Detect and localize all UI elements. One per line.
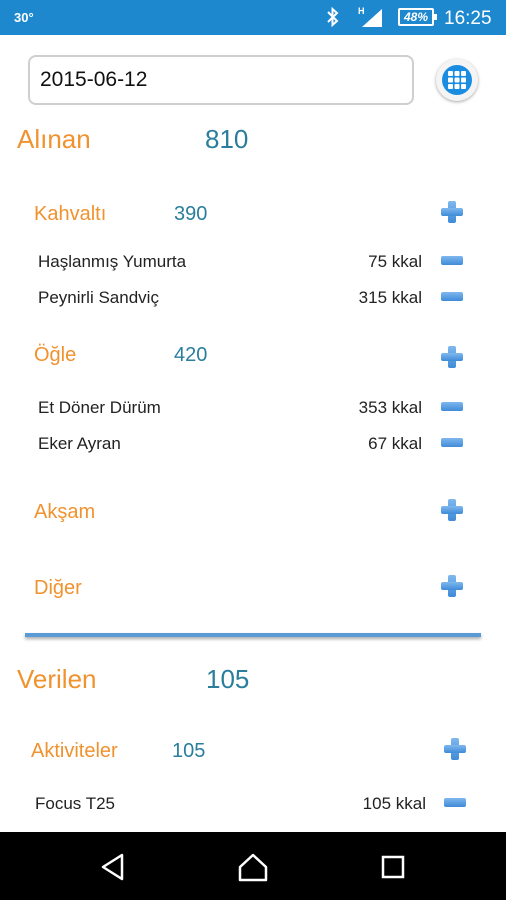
home-icon[interactable] <box>236 850 270 884</box>
food-item-name: Eker Ayran <box>38 434 121 453</box>
clock-text: 16:25 <box>444 8 492 29</box>
intake-title: Alınan <box>17 124 91 154</box>
food-item-name: Haşlanmış Yumurta <box>38 252 187 271</box>
food-item-kcal: 315 kkal <box>358 288 422 307</box>
food-item-kcal: 67 kkal <box>368 434 422 453</box>
activities-label: Aktiviteler <box>31 740 118 762</box>
remove-activity-minus-icon[interactable] <box>444 798 466 807</box>
remove-item-minus-icon[interactable] <box>441 402 463 411</box>
meal-label-breakfast: Kahvaltı <box>34 203 107 225</box>
add-lunch-plus-icon[interactable] <box>441 346 463 368</box>
bluetooth-icon <box>326 6 340 32</box>
calendar-button[interactable] <box>436 59 478 101</box>
navigation-bar <box>0 832 506 900</box>
activity-item-kcal: 105 kkal <box>362 794 426 813</box>
svg-text:H: H <box>358 6 365 16</box>
food-item-kcal: 353 kkal <box>358 398 422 417</box>
back-icon[interactable] <box>96 850 130 884</box>
calendar-grid-icon <box>442 65 472 95</box>
add-breakfast-plus-icon[interactable] <box>441 201 463 223</box>
food-item-name: Peynirli Sandviç <box>38 288 159 307</box>
add-other-plus-icon[interactable] <box>441 575 463 597</box>
add-activity-plus-icon[interactable] <box>444 738 466 760</box>
date-input[interactable] <box>28 55 414 105</box>
recent-apps-icon[interactable] <box>376 850 410 884</box>
meal-total-breakfast: 390 <box>174 203 208 225</box>
status-bar: 30° H 48% 16:25 <box>0 0 506 35</box>
meal-label-lunch: Öğle <box>34 344 77 366</box>
meal-label-other: Diğer <box>34 577 82 599</box>
food-item-kcal: 75 kkal <box>368 252 422 271</box>
battery-icon: 48% <box>398 8 437 26</box>
remove-item-minus-icon[interactable] <box>441 438 463 447</box>
section-divider <box>25 633 481 637</box>
meal-total-lunch: 420 <box>174 344 208 366</box>
remove-item-minus-icon[interactable] <box>441 256 463 265</box>
burned-title: Verilen <box>17 664 97 694</box>
burned-total: 105 <box>206 664 250 694</box>
food-item-name: Et Döner Dürüm <box>38 398 161 417</box>
remove-item-minus-icon[interactable] <box>441 292 463 301</box>
intake-total: 810 <box>205 124 249 154</box>
meal-label-dinner: Akşam <box>34 501 96 523</box>
activity-item-name: Focus T25 <box>35 794 116 813</box>
activities-total: 105 <box>172 740 206 762</box>
temperature-text: 30° <box>14 10 34 25</box>
signal-icon: H <box>356 5 386 34</box>
add-dinner-plus-icon[interactable] <box>441 499 463 521</box>
